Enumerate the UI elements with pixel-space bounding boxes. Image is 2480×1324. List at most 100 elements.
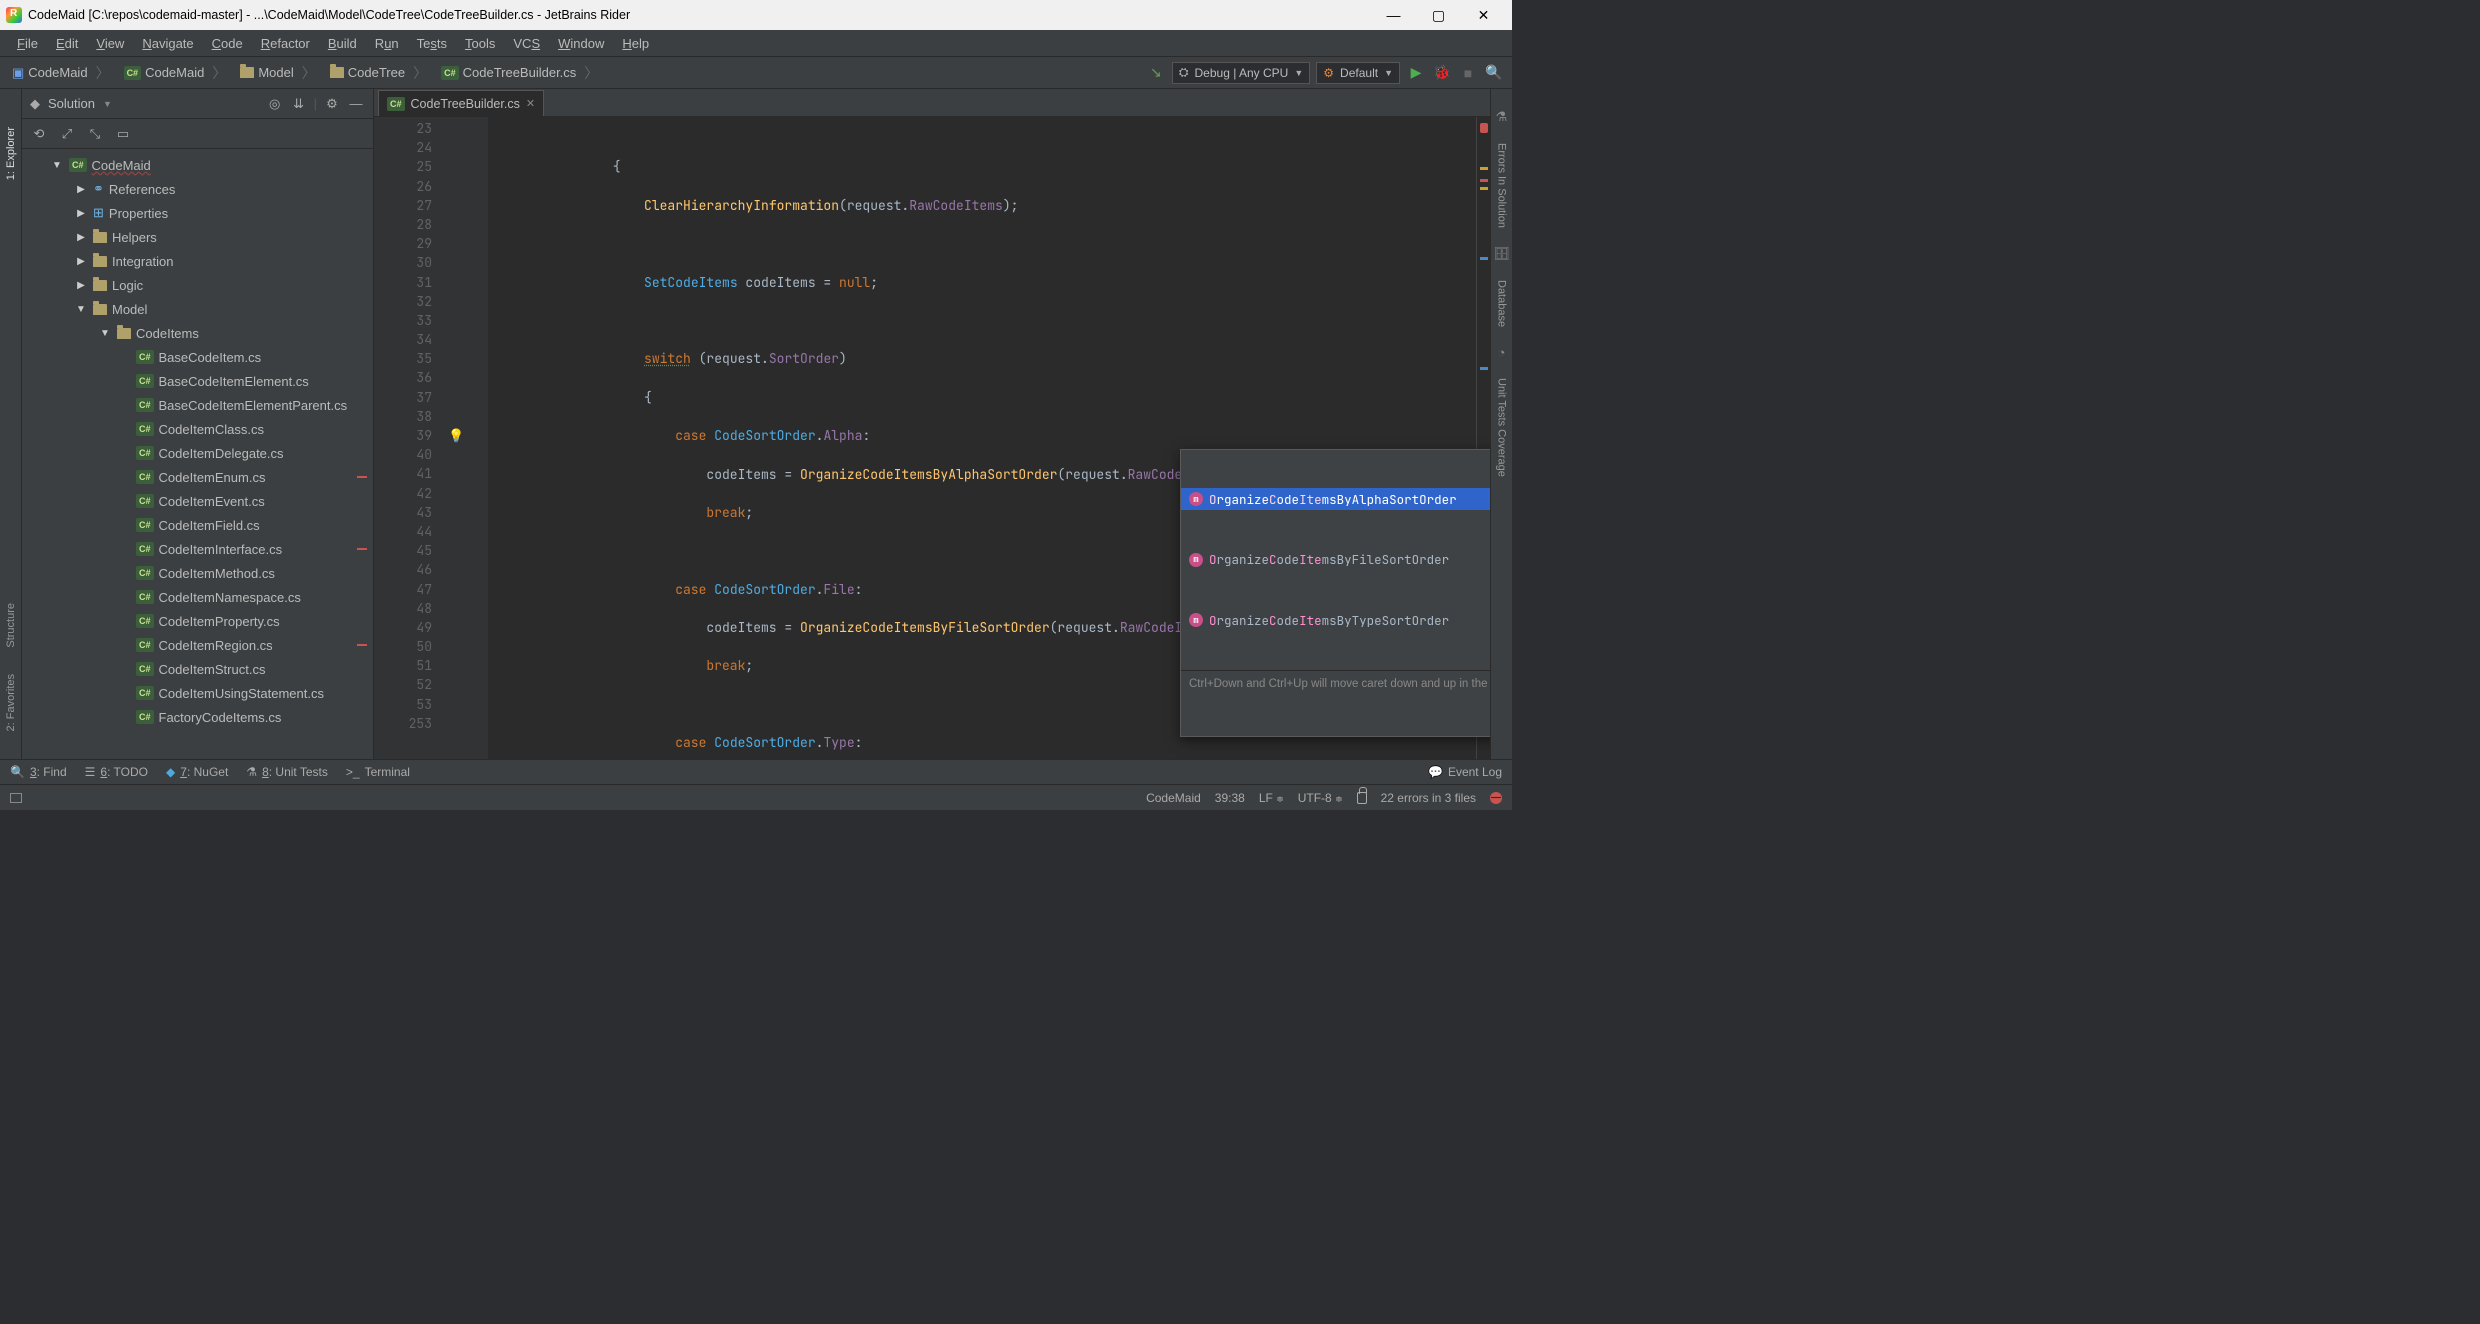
tree-file[interactable]: C#CodeItemProperty.cs: [22, 609, 373, 633]
stripe-database[interactable]: Database: [1494, 272, 1510, 335]
menu-bar: File Edit View Navigate Code Refactor Bu…: [0, 30, 1512, 57]
tree-file[interactable]: C#BaseCodeItem.cs: [22, 345, 373, 369]
tree-file[interactable]: C#CodeItemMethod.cs: [22, 561, 373, 585]
tree-file[interactable]: C#CodeItemNamespace.cs: [22, 585, 373, 609]
tool-window-bar: 🔍3: Find ☰6: TODO ◆7: NuGet ⚗8: Unit Tes…: [0, 759, 1512, 784]
window-title: CodeMaid [C:\repos\codemaid-master] - ..…: [28, 8, 630, 22]
breadcrumb-project[interactable]: ▣CodeMaid〉: [8, 61, 118, 85]
tw-event-log[interactable]: 💬Event Log: [1428, 765, 1502, 779]
stripe-coverage[interactable]: Unit Tests Coverage: [1494, 370, 1510, 485]
explorer-header: ◆ Solution ▼ ◎ ⇊ | ⚙ —: [22, 89, 373, 119]
completion-item[interactable]: mOrganizeCodeItemsByTypeSortOrder SetCod…: [1181, 609, 1490, 631]
gutter-markers: 💡: [444, 117, 468, 759]
explorer-panel: ◆ Solution ▼ ◎ ⇊ | ⚙ — ⟲ ⤢ ⤡ ▭ ▼C#CodeMa…: [22, 89, 374, 759]
editor-tabs: C# CodeTreeBuilder.cs ✕: [374, 89, 1490, 117]
hammer-build-icon[interactable]: ↘: [1146, 63, 1166, 83]
editor-tab[interactable]: C# CodeTreeBuilder.cs ✕: [378, 90, 544, 116]
expand-icon[interactable]: ⤢: [58, 125, 76, 143]
menu-code[interactable]: Code: [203, 33, 252, 54]
tree-file[interactable]: C#CodeItemClass.cs: [22, 417, 373, 441]
tree-file[interactable]: C#BaseCodeItemElement.cs: [22, 369, 373, 393]
run-icon[interactable]: ▶: [1406, 63, 1426, 83]
minimize-button[interactable]: —: [1371, 1, 1416, 29]
navigation-toolbar: ▣CodeMaid〉 C#CodeMaid〉 Model〉 CodeTree〉 …: [0, 57, 1512, 89]
fold-strip: [468, 117, 488, 759]
code-editor[interactable]: 23 24 25 26 27 28 29 30 31 32 33 34 35 3…: [374, 117, 1490, 759]
code-completion-popup[interactable]: mOrganizeCodeItemsByAlphaSortOrder SetCo…: [1180, 449, 1490, 737]
tree-file[interactable]: C#CodeItemDelegate.cs: [22, 441, 373, 465]
tw-terminal[interactable]: >_Terminal: [346, 765, 410, 779]
status-line-sep[interactable]: LF ≑: [1259, 791, 1284, 805]
menu-help[interactable]: Help: [613, 33, 658, 54]
tw-nuget[interactable]: ◆7: NuGet: [166, 765, 228, 779]
tw-todo[interactable]: ☰6: TODO: [85, 765, 148, 779]
window-titlebar: CodeMaid [C:\repos\codemaid-master] - ..…: [0, 0, 1512, 30]
tool-windows-icon[interactable]: [10, 793, 22, 803]
tree-file[interactable]: C#CodeItemField.cs: [22, 513, 373, 537]
menu-tests[interactable]: Tests: [408, 33, 456, 54]
menu-run[interactable]: Run: [366, 33, 408, 54]
tw-find[interactable]: 🔍3: Find: [10, 765, 67, 779]
menu-view[interactable]: View: [87, 33, 133, 54]
menu-window[interactable]: Window: [549, 33, 613, 54]
collapse-icon[interactable]: ⤡: [86, 125, 104, 143]
database-icon[interactable]: 🗄: [1493, 246, 1510, 262]
stripe-explorer[interactable]: 1: Explorer: [3, 119, 19, 188]
hide-icon[interactable]: —: [347, 95, 365, 113]
collapse-all-icon[interactable]: ⇊: [290, 95, 308, 113]
lock-icon[interactable]: [1357, 792, 1367, 804]
completion-item[interactable]: mOrganizeCodeItemsByAlphaSortOrder SetCo…: [1181, 488, 1490, 510]
status-caret-pos[interactable]: 39:38: [1215, 791, 1245, 805]
menu-build[interactable]: Build: [319, 33, 366, 54]
editor-area: C# CodeTreeBuilder.cs ✕ 23 24 25 26 27 2…: [374, 89, 1490, 759]
status-errors[interactable]: 22 errors in 3 files: [1381, 791, 1476, 805]
flask-icon[interactable]: ⚗: [1496, 109, 1508, 125]
close-button[interactable]: ✕: [1461, 1, 1506, 29]
solution-tree[interactable]: ▼C#CodeMaid ▶⚭References ▶⊞Properties ▶H…: [22, 149, 373, 759]
app-icon: [6, 7, 22, 23]
lightbulb-icon[interactable]: 💡: [448, 427, 464, 444]
stop-icon[interactable]: ■: [1458, 63, 1478, 83]
target-icon[interactable]: ◎: [266, 95, 284, 113]
stripe-structure[interactable]: Structure: [3, 595, 19, 656]
menu-tools[interactable]: Tools: [456, 33, 504, 54]
sync-icon[interactable]: ⟲: [30, 125, 48, 143]
tree-file[interactable]: C#CodeItemUsingStatement.cs: [22, 681, 373, 705]
close-tab-icon[interactable]: ✕: [526, 97, 535, 110]
tree-file[interactable]: C#CodeItemInterface.cs: [22, 537, 373, 561]
debug-icon[interactable]: 🐞: [1432, 63, 1452, 83]
tree-file[interactable]: C#CodeItemRegion.cs: [22, 633, 373, 657]
tree-file[interactable]: C#CodeItemEvent.cs: [22, 489, 373, 513]
tree-file[interactable]: C#CodeItemEnum.cs: [22, 465, 373, 489]
completion-hint: Ctrl+Down and Ctrl+Up will move caret do…: [1181, 670, 1490, 698]
stripe-favorites[interactable]: 2: Favorites: [3, 666, 19, 739]
explorer-title[interactable]: Solution: [48, 96, 95, 111]
coverage-icon[interactable]: ◔: [1498, 345, 1506, 360]
completion-item[interactable]: mOrganizeCodeItemsByFileSortOrder SetCod…: [1181, 549, 1490, 571]
stripe-errors[interactable]: Errors In Solution: [1494, 135, 1510, 236]
breadcrumb-folder-codetree[interactable]: CodeTree〉: [326, 61, 435, 85]
maximize-button[interactable]: ▢: [1416, 1, 1461, 29]
run-config-combo[interactable]: ⚙Default▼: [1316, 62, 1400, 84]
right-tool-stripe: ⚗ Errors In Solution 🗄 Database ◔ Unit T…: [1490, 89, 1512, 759]
tree-file[interactable]: C#CodeItemStruct.cs: [22, 657, 373, 681]
breadcrumb: ▣CodeMaid〉 C#CodeMaid〉 Model〉 CodeTree〉 …: [8, 61, 606, 85]
menu-vcs[interactable]: VCS: [504, 33, 549, 54]
tree-file[interactable]: C#FactoryCodeItems.cs: [22, 705, 373, 729]
menu-refactor[interactable]: Refactor: [252, 33, 319, 54]
search-everywhere-icon[interactable]: 🔍: [1484, 63, 1504, 83]
breadcrumb-folder-model[interactable]: Model〉: [236, 61, 323, 85]
menu-edit[interactable]: Edit: [47, 33, 87, 54]
status-solution[interactable]: CodeMaid: [1146, 791, 1201, 805]
tw-unit-tests[interactable]: ⚗8: Unit Tests: [246, 765, 328, 779]
status-error-indicator-icon[interactable]: —: [1490, 792, 1502, 804]
menu-navigate[interactable]: Navigate: [133, 33, 202, 54]
preview-icon[interactable]: ▭: [114, 125, 132, 143]
menu-file[interactable]: File: [8, 33, 47, 54]
gear-icon[interactable]: ⚙: [323, 95, 341, 113]
breadcrumb-module[interactable]: C#CodeMaid〉: [120, 61, 235, 85]
breadcrumb-file[interactable]: C#CodeTreeBuilder.cs〉: [437, 61, 606, 85]
build-config-combo[interactable]: ⛭Debug | Any CPU▼: [1172, 62, 1310, 84]
tree-file[interactable]: C#BaseCodeItemElementParent.cs: [22, 393, 373, 417]
status-encoding[interactable]: UTF-8 ≑: [1298, 791, 1343, 805]
